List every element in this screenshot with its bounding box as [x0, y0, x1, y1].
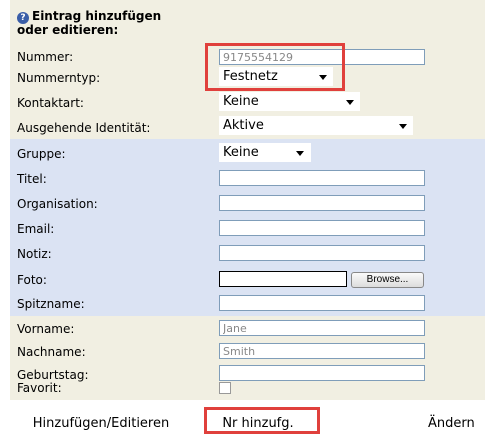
- identitaet-label: Ausgehende Identität:: [17, 121, 151, 135]
- spitzname-label: Spitzname:: [17, 297, 85, 311]
- titel-label: Titel:: [17, 172, 47, 186]
- chevron-down-icon: [296, 151, 304, 156]
- organisation-input[interactable]: [219, 195, 425, 211]
- browse-button[interactable]: Browse...: [351, 272, 424, 288]
- foto-label: Foto:: [17, 273, 47, 287]
- notiz-input[interactable]: [219, 245, 425, 261]
- chevron-down-icon: [346, 100, 354, 105]
- highlight-box-number: [205, 43, 345, 91]
- highlight-box-add-number: [204, 407, 320, 434]
- geburtstag-input[interactable]: [219, 365, 425, 381]
- identitaet-select[interactable]: Aktive: [219, 116, 413, 135]
- kontaktart-label: Kontaktart:: [17, 96, 84, 110]
- geburtstag-label: Geburtstag:: [17, 368, 89, 382]
- form-title: ? Eintrag hinzufügen oder editieren:: [17, 9, 162, 37]
- spitzname-input[interactable]: [219, 295, 425, 311]
- add-edit-button[interactable]: Hinzufügen/Editieren: [17, 414, 185, 434]
- email-input[interactable]: [219, 220, 425, 236]
- vorname-input[interactable]: [219, 320, 425, 336]
- nummer-label: Nummer:: [17, 50, 74, 64]
- favorit-checkbox[interactable]: [219, 382, 231, 394]
- organisation-label: Organisation:: [17, 197, 98, 211]
- chevron-down-icon: [399, 124, 407, 129]
- gruppe-label: Gruppe:: [17, 147, 66, 161]
- vorname-label: Vorname:: [17, 322, 75, 336]
- change-button[interactable]: Ändern: [424, 414, 485, 434]
- kontaktart-select[interactable]: Keine: [219, 92, 360, 111]
- favorit-label: Favorit:: [17, 381, 62, 395]
- foto-file-input[interactable]: [219, 271, 347, 287]
- nachname-input[interactable]: [219, 343, 425, 359]
- notiz-label: Notiz:: [17, 247, 52, 261]
- nachname-label: Nachname:: [17, 345, 86, 359]
- email-label: Email:: [17, 222, 55, 236]
- gruppe-select[interactable]: Keine: [219, 143, 311, 162]
- nummerntyp-label: Nummerntyp:: [17, 71, 101, 85]
- titel-input[interactable]: [219, 170, 425, 186]
